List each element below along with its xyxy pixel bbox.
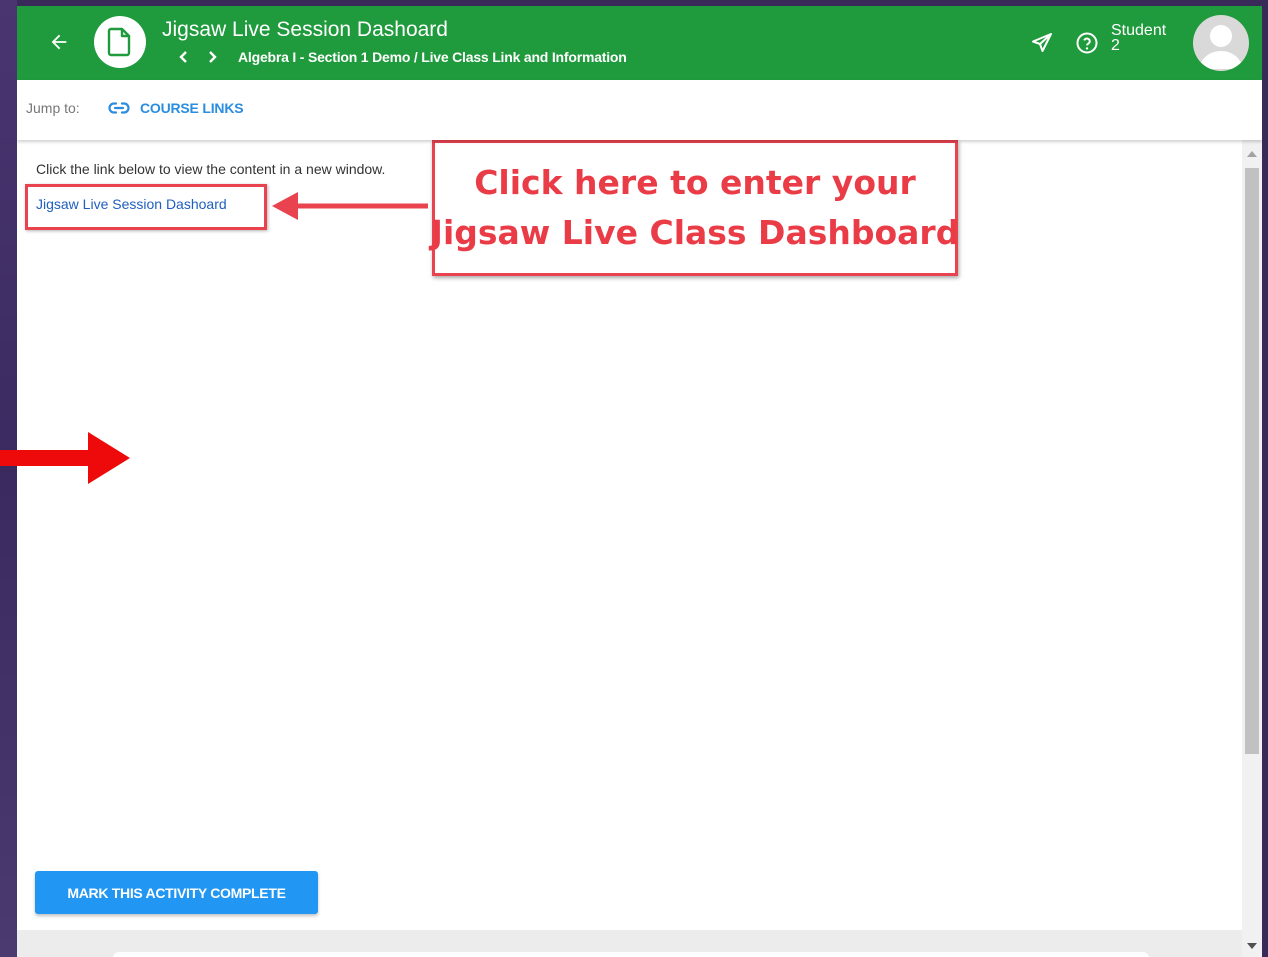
triangle-down-icon xyxy=(1247,943,1257,949)
footer-bar xyxy=(17,930,1242,957)
previous-activity-button[interactable] xyxy=(172,48,194,66)
triangle-up-icon xyxy=(1247,151,1257,157)
user-name-line2: 2 xyxy=(1111,37,1120,54)
red-arrow-icon xyxy=(0,432,130,484)
callout-line-2: Jigsaw Live Class Dashboard xyxy=(430,213,960,252)
send-icon xyxy=(1032,33,1052,52)
footer-card xyxy=(113,952,1149,957)
back-arrow-icon xyxy=(51,34,67,50)
annotation-callout: Click here to enter your Jigsaw Live Cla… xyxy=(430,140,960,276)
chevron-left-icon xyxy=(179,51,187,63)
instruction-text: Click the link below to view the content… xyxy=(36,161,386,177)
avatar-icon xyxy=(1199,25,1243,69)
callout-line-1: Click here to enter your xyxy=(474,163,916,202)
link-icon xyxy=(108,102,130,114)
page-title: Jigsaw Live Session Dashoard xyxy=(162,18,448,41)
dashboard-link[interactable]: Jigsaw Live Session Dashoard xyxy=(36,196,227,212)
breadcrumb: Algebra I - Section 1 Demo / Live Class … xyxy=(172,48,627,66)
send-message-button[interactable] xyxy=(1029,30,1055,56)
avatar[interactable] xyxy=(1193,15,1249,71)
help-icon xyxy=(1076,32,1098,54)
chevron-right-icon xyxy=(209,51,217,63)
content-area: Click the link below to view the content… xyxy=(17,140,1242,930)
help-button[interactable] xyxy=(1074,30,1100,56)
jump-to-label: Jump to: xyxy=(26,100,80,116)
jump-to-bar: Jump to: COURSE LINKS xyxy=(17,80,1262,140)
app-header: Jigsaw Live Session Dashoard Algebra I -… xyxy=(17,6,1262,80)
activity-type-badge xyxy=(94,16,146,68)
course-links-label: COURSE LINKS xyxy=(140,100,244,116)
background-right xyxy=(1262,0,1268,957)
document-icon xyxy=(107,27,131,57)
user-name-line1: Student xyxy=(1111,22,1167,39)
breadcrumb-path[interactable]: Algebra I - Section 1 Demo / Live Class … xyxy=(238,49,627,65)
course-links-button[interactable]: COURSE LINKS xyxy=(108,97,244,119)
scroll-thumb[interactable] xyxy=(1245,168,1259,754)
app-window: Jigsaw Live Session Dashoard Algebra I -… xyxy=(17,6,1262,957)
scroll-up-button[interactable] xyxy=(1242,145,1262,163)
scroll-down-button[interactable] xyxy=(1242,937,1262,955)
vertical-scrollbar[interactable] xyxy=(1242,140,1262,957)
back-button[interactable] xyxy=(45,28,73,56)
mark-complete-button[interactable]: MARK THIS ACTIVITY COMPLETE xyxy=(35,871,318,914)
next-activity-button[interactable] xyxy=(202,48,224,66)
user-name[interactable]: Student 2 xyxy=(1111,22,1167,54)
annotation-arrow xyxy=(272,192,428,220)
